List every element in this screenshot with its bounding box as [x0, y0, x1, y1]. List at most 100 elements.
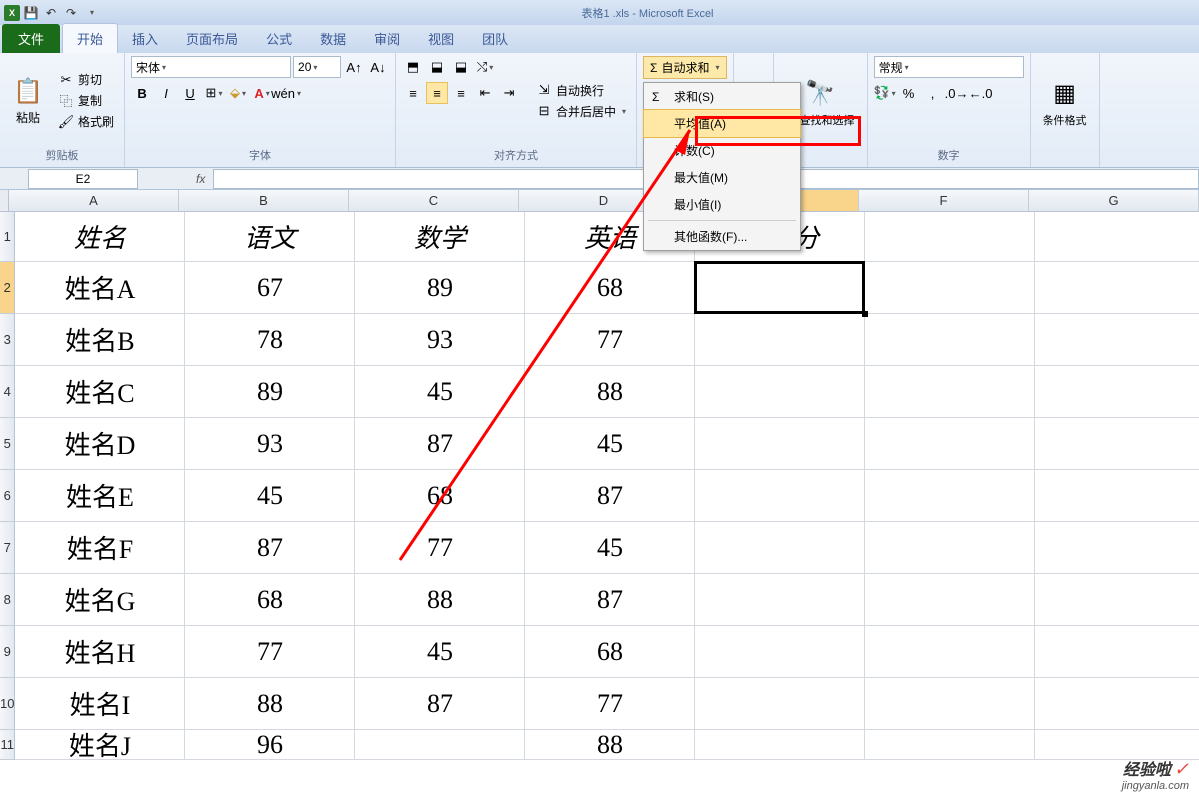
tab-layout[interactable]: 页面布局: [172, 24, 252, 53]
cell[interactable]: 67: [185, 262, 355, 314]
cell[interactable]: [695, 522, 865, 574]
comma-button[interactable]: ,: [922, 82, 944, 104]
cell[interactable]: [695, 314, 865, 366]
cell[interactable]: [1035, 314, 1199, 366]
menu-average[interactable]: 平均值(A): [643, 109, 801, 138]
cell[interactable]: 姓名F: [15, 522, 185, 574]
cell[interactable]: 78: [185, 314, 355, 366]
align-left-icon[interactable]: ≡: [402, 82, 424, 104]
autosum-button[interactable]: Σ 自动求和: [643, 56, 726, 79]
phonetic-button[interactable]: wén: [275, 82, 297, 104]
cell[interactable]: [865, 212, 1035, 262]
menu-min[interactable]: 最小值(I): [644, 191, 800, 218]
cell[interactable]: 姓名I: [15, 678, 185, 730]
cell[interactable]: [1035, 470, 1199, 522]
cell[interactable]: [865, 470, 1035, 522]
cell[interactable]: 93: [355, 314, 525, 366]
cell[interactable]: 87: [355, 418, 525, 470]
cell[interactable]: 姓名J: [15, 730, 185, 760]
cell[interactable]: [1035, 366, 1199, 418]
bold-button[interactable]: B: [131, 82, 153, 104]
conditional-format-button[interactable]: ▦ 条件格式: [1037, 56, 1093, 149]
row-header[interactable]: 1: [0, 212, 15, 262]
align-top-icon[interactable]: ⬒: [402, 56, 424, 78]
fill-color-button[interactable]: ⬙: [227, 82, 249, 104]
decrease-font-icon[interactable]: A↓: [367, 56, 389, 78]
cell[interactable]: 88: [525, 366, 695, 418]
cell[interactable]: 89: [355, 262, 525, 314]
col-header-F[interactable]: F: [859, 190, 1029, 212]
menu-sum[interactable]: Σ求和(S): [644, 83, 800, 110]
row-header[interactable]: 10: [0, 678, 15, 730]
cell[interactable]: [695, 470, 865, 522]
cell[interactable]: 68: [525, 626, 695, 678]
cell[interactable]: 88: [355, 574, 525, 626]
cell[interactable]: [865, 730, 1035, 760]
tab-review[interactable]: 审阅: [360, 24, 414, 53]
active-cell-handle[interactable]: [862, 311, 868, 317]
name-box[interactable]: E2: [28, 169, 138, 189]
cell[interactable]: 87: [185, 522, 355, 574]
tab-team[interactable]: 团队: [468, 24, 522, 53]
cell[interactable]: [695, 626, 865, 678]
cell[interactable]: 88: [185, 678, 355, 730]
undo-icon[interactable]: ↶: [42, 4, 60, 22]
cell[interactable]: 姓名H: [15, 626, 185, 678]
orientation-icon[interactable]: ⤭: [474, 56, 496, 78]
save-icon[interactable]: 💾: [22, 4, 40, 22]
cell[interactable]: 45: [525, 522, 695, 574]
row-header[interactable]: 9: [0, 626, 15, 678]
font-size-select[interactable]: 20: [293, 56, 341, 78]
cell[interactable]: 87: [355, 678, 525, 730]
row-header[interactable]: 4: [0, 366, 15, 418]
cell[interactable]: [695, 730, 865, 760]
cell[interactable]: 姓名A: [15, 262, 185, 314]
row-header[interactable]: 3: [0, 314, 15, 366]
cell[interactable]: 45: [355, 366, 525, 418]
cell[interactable]: 姓名C: [15, 366, 185, 418]
currency-button[interactable]: 💱: [874, 82, 896, 104]
cell[interactable]: 姓名D: [15, 418, 185, 470]
cell[interactable]: [695, 418, 865, 470]
cell[interactable]: [1035, 574, 1199, 626]
copy-button[interactable]: ⿻复制: [54, 91, 118, 110]
align-middle-icon[interactable]: ⬓: [426, 56, 448, 78]
align-center-icon[interactable]: ≡: [426, 82, 448, 104]
cell[interactable]: [1035, 626, 1199, 678]
cell[interactable]: 68: [355, 470, 525, 522]
row-header[interactable]: 2: [0, 262, 15, 314]
underline-button[interactable]: U: [179, 82, 201, 104]
cell[interactable]: 语文: [185, 212, 355, 262]
cell[interactable]: 87: [525, 470, 695, 522]
indent-decrease-icon[interactable]: ⇤: [474, 82, 496, 104]
cell[interactable]: 45: [525, 418, 695, 470]
format-painter-button[interactable]: 🖌格式刷: [54, 112, 118, 131]
font-name-select[interactable]: 宋体: [131, 56, 291, 78]
cell[interactable]: [865, 262, 1035, 314]
cell[interactable]: 45: [355, 626, 525, 678]
col-header-B[interactable]: B: [179, 190, 349, 212]
cell[interactable]: [1035, 212, 1199, 262]
percent-button[interactable]: %: [898, 82, 920, 104]
tab-insert[interactable]: 插入: [118, 24, 172, 53]
row-header[interactable]: 6: [0, 470, 15, 522]
cell[interactable]: [865, 678, 1035, 730]
increase-font-icon[interactable]: A↑: [343, 56, 365, 78]
cell[interactable]: [695, 366, 865, 418]
cell[interactable]: [865, 626, 1035, 678]
merge-center-button[interactable]: ⊟合并后居中: [532, 102, 630, 121]
border-button[interactable]: ⊞: [203, 82, 225, 104]
cell[interactable]: [1035, 678, 1199, 730]
decrease-decimal-button[interactable]: ←.0: [970, 82, 992, 104]
menu-count[interactable]: 计数(C): [644, 137, 800, 164]
row-header[interactable]: 5: [0, 418, 15, 470]
cell[interactable]: 45: [185, 470, 355, 522]
tab-file[interactable]: 文件: [2, 24, 60, 53]
cell[interactable]: 姓名G: [15, 574, 185, 626]
tab-home[interactable]: 开始: [62, 23, 118, 53]
menu-other-functions[interactable]: 其他函数(F)...: [644, 223, 800, 250]
number-format-select[interactable]: 常规: [874, 56, 1024, 78]
cell[interactable]: 77: [525, 678, 695, 730]
qat-more-icon[interactable]: [82, 4, 100, 22]
italic-button[interactable]: I: [155, 82, 177, 104]
